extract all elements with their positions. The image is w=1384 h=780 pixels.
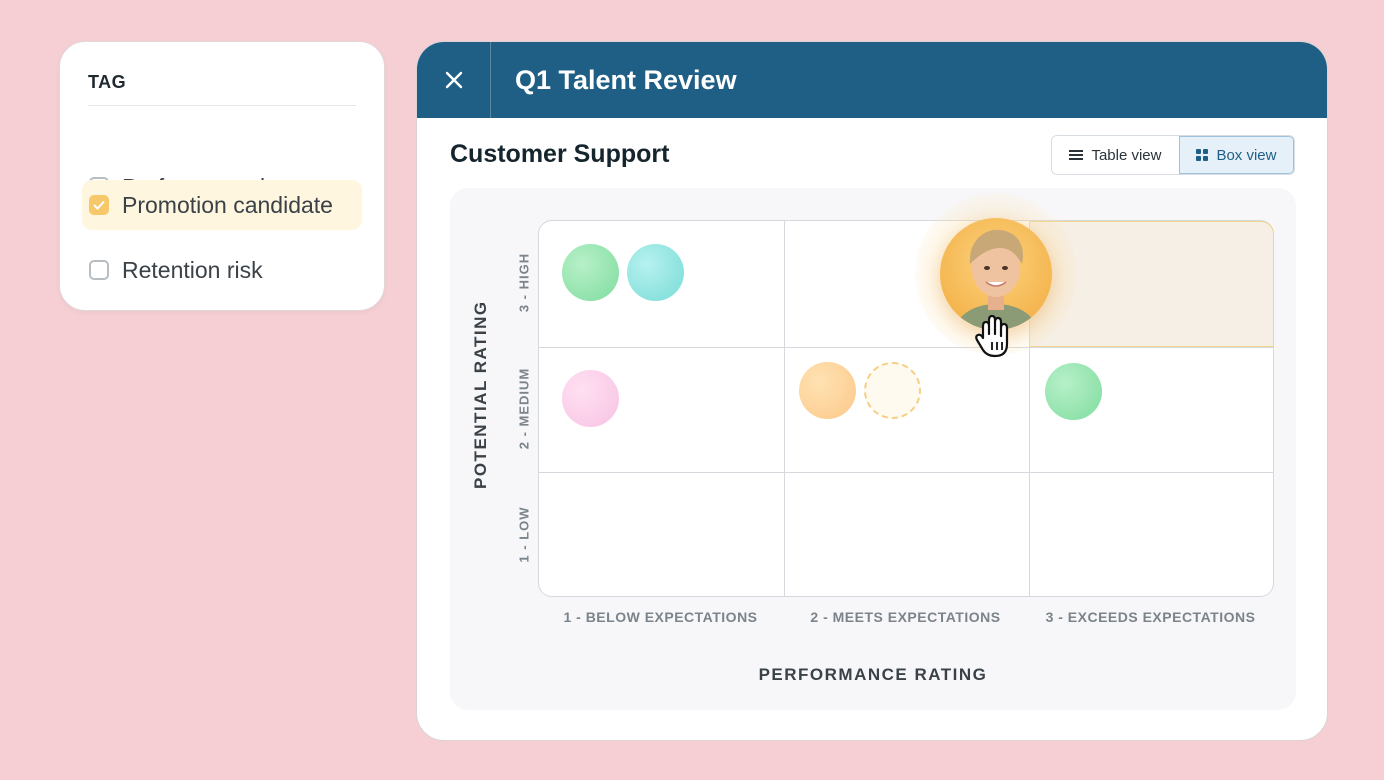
box-view-button[interactable]: Box view: [1178, 136, 1294, 174]
employee-dot[interactable]: [1045, 363, 1102, 420]
close-icon: [445, 71, 462, 89]
nine-box-area: POTENTIAL RATING 3 - HIGH 2 - MEDIUM 1 -…: [450, 188, 1296, 710]
x-tick-below: 1 - BELOW EXPECTATIONS: [563, 609, 758, 625]
nine-box-grid: [538, 193, 1274, 597]
x-axis-label: PERFORMANCE RATING: [758, 665, 988, 684]
drop-placeholder: [864, 362, 921, 419]
close-button[interactable]: [417, 42, 491, 118]
section-title: Customer Support: [450, 140, 670, 168]
y-tick-low: 1 - LOW: [516, 506, 532, 563]
grid-icon: [1196, 149, 1209, 161]
talent-review-window: Q1 Talent Review Customer Support Table …: [416, 41, 1328, 741]
view-toggle: Table view Box view: [1051, 135, 1295, 175]
tag-option-retention-risk[interactable]: Retention risk: [82, 245, 362, 295]
checkbox[interactable]: [89, 260, 109, 280]
table-view-button[interactable]: Table view: [1052, 136, 1179, 174]
list-icon: [1069, 150, 1084, 160]
x-tick-meets: 2 - MEETS EXPECTATIONS: [810, 609, 1001, 625]
table-view-label: Table view: [1091, 146, 1162, 164]
tag-filter-panel: TAG Performance issues Promotion candida…: [59, 41, 385, 311]
y-tick-high: 3 - HIGH: [516, 252, 532, 313]
check-icon: [93, 200, 105, 210]
employee-dot[interactable]: [627, 244, 684, 301]
tag-option-promotion-candidate[interactable]: Promotion candidate: [82, 180, 362, 230]
tag-option-label: Promotion candidate: [122, 191, 333, 218]
tag-option-label: Retention risk: [122, 256, 263, 283]
employee-dot[interactable]: [562, 370, 619, 427]
y-tick-medium: 2 - MEDIUM: [516, 367, 532, 450]
checkbox-checked[interactable]: [89, 195, 109, 215]
box-view-label: Box view: [1216, 146, 1277, 164]
window-title: Q1 Talent Review: [515, 64, 737, 95]
tag-header: TAG: [88, 72, 356, 106]
grab-hand-icon: [975, 314, 1009, 358]
y-axis-label: POTENTIAL RATING: [471, 300, 490, 489]
title-bar: Q1 Talent Review: [417, 42, 1327, 118]
employee-dot[interactable]: [799, 362, 856, 419]
employee-dot[interactable]: [562, 244, 619, 301]
x-tick-exceeds: 3 - EXCEEDS EXPECTATIONS: [1045, 609, 1256, 625]
